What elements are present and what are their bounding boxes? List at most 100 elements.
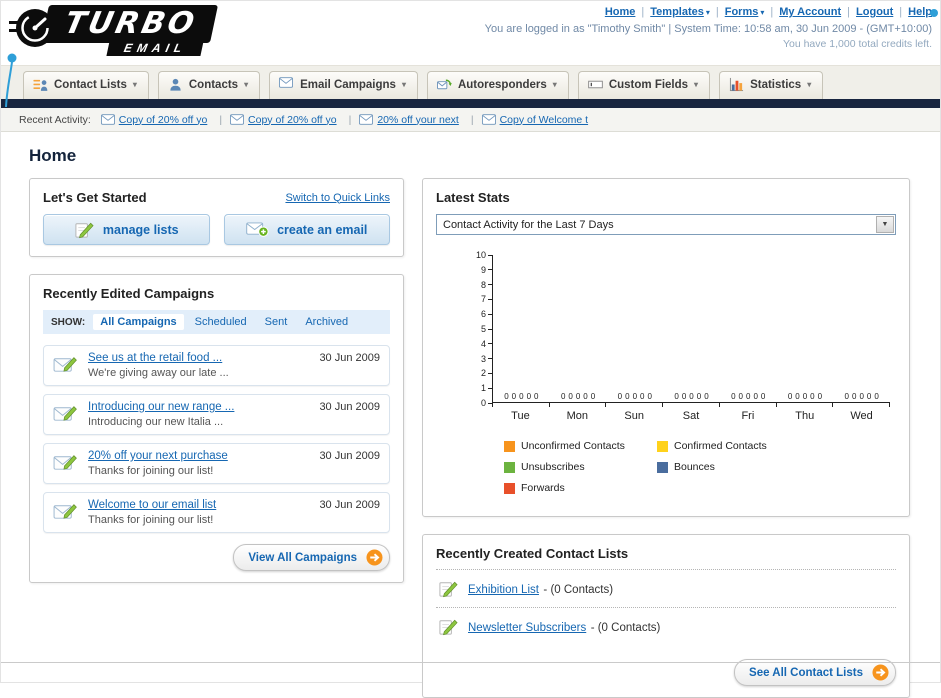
contact-list-items: Exhibition List - (0 Contacts) Newslette… — [436, 569, 896, 645]
campaign-row: Introducing our new range ... Introducin… — [43, 394, 390, 435]
top-nav-link[interactable]: Home — [605, 6, 636, 18]
footer-divider — [1, 662, 940, 663]
campaign-filter-bar: SHOW: All Campaigns Scheduled Sent Archi… — [43, 310, 390, 334]
latest-stats-panel: Latest Stats Contact Activity for the La… — [422, 178, 910, 517]
get-started-panel: Let's Get Started Switch to Quick Links … — [29, 178, 404, 257]
recent-activity-link[interactable]: Copy of 20% off yo — [119, 114, 208, 126]
chart-plot-area: 00000000000000000000000000000000000 — [492, 255, 890, 403]
manage-lists-button[interactable]: manage lists — [43, 214, 210, 245]
chart-value-groups: 00000000000000000000000000000000000 — [504, 392, 879, 401]
nav-tab[interactable]: Contacts ▾ — [157, 71, 261, 99]
contact-list-link[interactable]: Exhibition List — [468, 584, 539, 596]
chevron-down-icon: ▾ — [705, 7, 710, 17]
nav-tab[interactable]: Email Campaigns ▾ — [269, 71, 418, 99]
autoresponder-icon — [436, 77, 452, 92]
view-all-campaigns-label: View All Campaigns — [248, 551, 357, 564]
pencil-page-icon — [438, 578, 459, 599]
campaign-filter-tab[interactable]: Archived — [298, 314, 355, 330]
campaign-title-link[interactable]: Introducing our new range ... — [88, 401, 304, 413]
contact-list-link[interactable]: Newsletter Subscribers — [468, 622, 586, 634]
contact-list-row: Exhibition List - (0 Contacts) — [436, 569, 896, 607]
main-content: Home Let's Get Started Switch to Quick L… — [1, 132, 940, 698]
chevron-down-icon: ▾ — [694, 80, 699, 89]
main-nav-tabs: Contact Lists ▾ Contacts ▾ Email Campaig… — [1, 65, 940, 99]
switch-quick-links-link[interactable]: Switch to Quick Links — [285, 192, 390, 204]
recent-contact-lists-panel: Recently Created Contact Lists Exhibitio… — [422, 534, 910, 698]
chevron-down-icon: ▾ — [401, 80, 406, 89]
arrow-circle-icon — [872, 664, 889, 681]
recent-activity-link[interactable]: 20% off your next — [377, 114, 459, 126]
chart-y-axis: 0 1 2 3 4 5 6 7 8 9 10 — [466, 250, 492, 408]
nav-tab-label: Email Campaigns — [300, 78, 396, 91]
top-nav-item: Templates ▾ — [650, 6, 724, 18]
envelope-icon — [279, 77, 294, 92]
pencil-page-icon — [438, 616, 459, 637]
contact-list-count: - (0 Contacts) — [590, 621, 661, 634]
recent-contact-lists-title: Recently Created Contact Lists — [436, 546, 629, 561]
contact-list-count: - (0 Contacts) — [543, 583, 614, 596]
recent-activity-link[interactable]: Copy of Welcome t — [500, 114, 589, 126]
campaign-subtitle: Thanks for joining our list! — [88, 514, 214, 526]
recent-campaigns-panel: Recently Edited Campaigns SHOW: All Camp… — [29, 274, 404, 583]
left-column: Let's Get Started Switch to Quick Links … — [29, 178, 404, 583]
campaign-filters: All Campaigns Scheduled Sent Archived — [93, 314, 355, 330]
help-bullet-icon — [930, 9, 938, 17]
get-started-title: Let's Get Started — [43, 190, 147, 205]
nav-tab[interactable]: Custom Fields ▾ — [577, 71, 711, 99]
envelope-icon — [359, 114, 374, 125]
top-nav-link[interactable]: Templates — [650, 6, 704, 18]
top-nav-item: My Account▾ — [779, 6, 856, 18]
see-all-contact-lists-label: See All Contact Lists — [749, 666, 863, 679]
speedometer-icon — [9, 9, 54, 47]
nav-tab[interactable]: Autoresponders ▾ — [426, 71, 569, 99]
envelope-pencil-icon — [53, 501, 79, 522]
campaign-filter-tab[interactable]: Scheduled — [188, 314, 254, 330]
view-all-campaigns-button[interactable]: View All Campaigns — [233, 544, 390, 571]
chevron-down-icon: ▾ — [760, 7, 765, 17]
campaign-title-link[interactable]: See us at the retail food ... — [88, 352, 304, 364]
campaign-subtitle: We're giving away our late ... — [88, 367, 229, 379]
app-logo: TURBO EMAIL — [9, 5, 219, 56]
envelope-pencil-icon — [53, 354, 79, 375]
nav-divider-bar — [1, 99, 940, 108]
chevron-down-icon: ▾ — [132, 80, 137, 89]
see-all-contact-lists-button[interactable]: See All Contact Lists — [734, 659, 896, 686]
people-list-icon — [33, 77, 48, 92]
recent-activity-item: Copy of Welcome t — [481, 114, 589, 126]
header: TURBO EMAIL Home▾ Templates▾ Forms▾ My A… — [1, 1, 940, 108]
campaign-filter-tab[interactable]: Sent — [258, 314, 295, 330]
recent-activity-item: Copy of 20% off yo — [100, 114, 230, 126]
stats-range-select[interactable]: Contact Activity for the Last 7 Days ▼ — [436, 214, 896, 235]
recent-activity-link[interactable]: Copy of 20% off yo — [248, 114, 337, 126]
logo-swoosh-decoration — [5, 53, 17, 108]
chevron-down-icon: ▾ — [552, 80, 557, 89]
campaign-date: 30 Jun 2009 — [319, 401, 380, 413]
recent-activity-bar: Recent Activity: Copy of 20% off yo Copy… — [1, 108, 940, 132]
campaign-subtitle: Thanks for joining our list! — [88, 465, 214, 477]
nav-tab-label: Statistics — [750, 78, 802, 91]
top-nav-link[interactable]: My Account — [779, 6, 841, 18]
login-status-text: You are logged in as "Timothy Smith" | S… — [484, 23, 932, 35]
top-nav-link[interactable]: Forms — [725, 6, 759, 18]
campaign-date: 30 Jun 2009 — [319, 450, 380, 462]
contacts-icon — [168, 77, 183, 92]
campaign-filter-tab[interactable]: All Campaigns — [93, 314, 184, 330]
contact-activity-chart: 0 1 2 3 4 5 6 7 8 9 10 000000000000000000000000000… — [466, 250, 890, 503]
campaign-row: 20% off your next purchase Thanks for jo… — [43, 443, 390, 484]
nav-tab-label: Contacts — [188, 78, 239, 91]
create-email-button[interactable]: create an email — [223, 214, 390, 245]
show-label: SHOW: — [51, 316, 86, 328]
recent-activity-item: Copy of 20% off yo — [230, 114, 359, 126]
campaign-title-link[interactable]: Welcome to our email list — [88, 499, 304, 511]
header-utility: Home▾ Templates▾ Forms▾ My Account▾ Logo… — [485, 6, 932, 50]
nav-tab[interactable]: Contact Lists ▾ — [23, 71, 149, 99]
credits-text: You have 1,000 total credits left. — [782, 38, 932, 50]
nav-tab[interactable]: Statistics ▾ — [719, 71, 824, 99]
top-nav-link[interactable]: Help — [908, 6, 932, 18]
create-email-label: create an email — [277, 222, 368, 237]
campaign-title-link[interactable]: 20% off your next purchase — [88, 450, 304, 462]
top-nav-item: Home▾ — [605, 6, 650, 18]
chart-icon — [729, 77, 744, 92]
top-nav-link[interactable]: Logout — [856, 6, 893, 18]
stats-range-selected-value: Contact Activity for the Last 7 Days — [443, 218, 614, 231]
